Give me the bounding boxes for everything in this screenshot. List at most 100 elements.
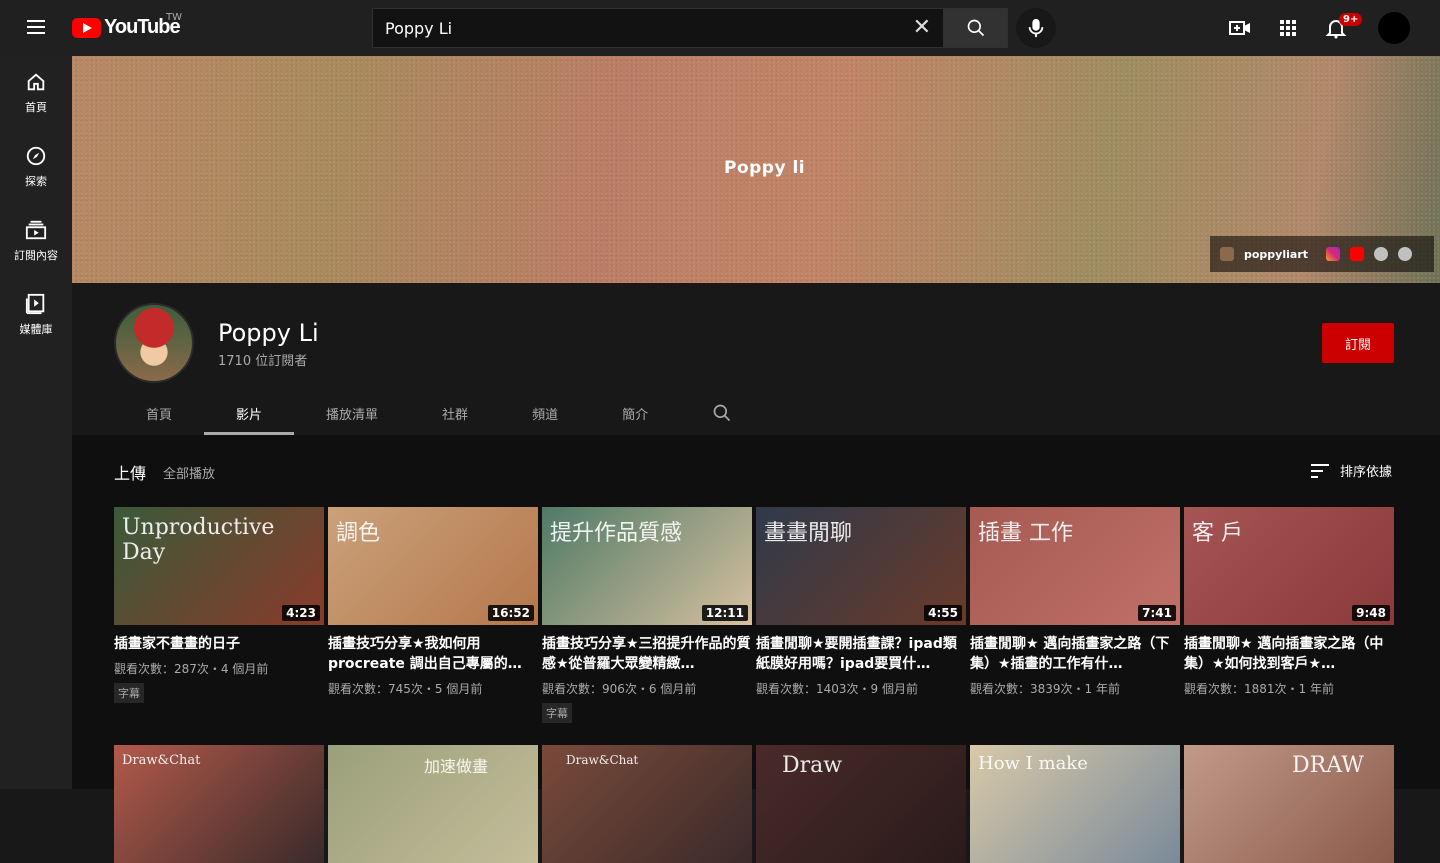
subscriber-count: 1710 位訂閱者 xyxy=(218,354,308,369)
video-card[interactable]: 畫畫閒聊 4:55 插畫閒聊★要開插畫課？ipad類紙膜好用嗎？ipad要買什…… xyxy=(756,507,966,697)
tab-community[interactable]: 社群 xyxy=(410,391,500,435)
video-card[interactable]: 客 戶 9:48 插畫閒聊★ 邁向插畫家之路（中集）★如何找到客戶★… 觀看次數… xyxy=(1184,507,1394,697)
mini-guide-sidebar: 首頁 探索 訂閱內容 媒體庫 xyxy=(0,56,72,789)
thumbnail-text: 客 戶 xyxy=(1192,521,1243,546)
video-card[interactable]: Draw&Chat xyxy=(114,745,324,863)
banner-link-name[interactable]: poppyliart xyxy=(1244,248,1308,261)
tab-about[interactable]: 簡介 xyxy=(590,391,680,435)
account-avatar[interactable] xyxy=(1378,12,1410,44)
thumbnail-text: Draw&Chat xyxy=(122,753,201,768)
tab-playlists[interactable]: 播放清單 xyxy=(294,391,410,435)
clear-icon[interactable]: ✕ xyxy=(913,17,931,39)
sidebar-item-label: 訂閱內容 xyxy=(14,249,58,262)
video-thumbnail[interactable]: 插畫 工作 7:41 xyxy=(970,507,1180,625)
home-icon xyxy=(27,73,45,91)
thumbnail-text: DRAW xyxy=(1292,753,1364,778)
video-meta: 觀看次數：1403次・9 個月前 xyxy=(756,682,918,696)
cc-badge: 字幕 xyxy=(114,683,144,703)
video-card[interactable]: 插畫 工作 7:41 插畫閒聊★ 邁向插畫家之路（下集）★插畫的工作有什… 觀看… xyxy=(970,507,1180,697)
video-title[interactable]: 插畫家不畫畫的日子 xyxy=(114,634,324,654)
video-meta: 觀看次數：1881次・1 年前 xyxy=(1184,682,1334,696)
library-icon xyxy=(25,293,45,315)
video-thumbnail[interactable]: DRAW xyxy=(1184,745,1394,863)
banner-title: Poppy li xyxy=(724,158,806,178)
thumbnail-text: Draw xyxy=(782,753,843,778)
youtube-link-icon[interactable] xyxy=(1350,247,1364,261)
video-meta: 觀看次數：3839次・1 年前 xyxy=(970,682,1120,696)
youtube-play-icon xyxy=(72,17,101,38)
duration-badge: 16:52 xyxy=(487,605,534,621)
globe-link-icon[interactable] xyxy=(1398,247,1412,261)
thumbnail-text: 插畫 工作 xyxy=(978,521,1073,546)
thumbnail-text: 調色 xyxy=(336,521,381,546)
sort-icon xyxy=(1311,463,1329,478)
video-thumbnail[interactable]: Draw&Chat xyxy=(114,745,324,863)
globe-link-icon[interactable] xyxy=(1374,247,1388,261)
voice-search-button[interactable] xyxy=(1016,8,1056,48)
video-card[interactable]: Draw xyxy=(756,745,966,863)
youtube-logo[interactable]: YouTube TW xyxy=(72,12,182,39)
duration-badge: 7:41 xyxy=(1138,605,1176,621)
search-icon xyxy=(713,404,731,422)
sidebar-item-home[interactable]: 首頁 xyxy=(0,56,72,130)
video-thumbnail[interactable]: 客 戶 9:48 xyxy=(1184,507,1394,625)
section-title: 上傳 xyxy=(114,464,147,483)
thumbnail-text: How I make xyxy=(978,753,1088,774)
duration-badge: 4:55 xyxy=(924,605,962,621)
video-thumbnail[interactable]: Unproductive Day 4:23 xyxy=(114,507,324,625)
create-video-icon[interactable] xyxy=(1228,16,1252,40)
play-all-button[interactable]: 全部播放 xyxy=(163,463,215,482)
subscriptions-icon xyxy=(25,220,47,240)
video-title[interactable]: 插畫技巧分享★我如何用procreate 調出自己專屬的… xyxy=(328,634,538,674)
video-thumbnail[interactable]: 提升作品質感 12:11 xyxy=(542,507,752,625)
video-card[interactable]: 提升作品質感 12:11 插畫技巧分享★三招提升作品的質感★從普羅大眾變精緻… … xyxy=(542,507,752,723)
sort-button[interactable]: 排序依據 xyxy=(1310,461,1392,480)
video-title[interactable]: 插畫閒聊★ 邁向插畫家之路（下集）★插畫的工作有什… xyxy=(970,634,1180,674)
top-bar: YouTube TW ✕ 9+ xyxy=(0,0,1440,56)
tab-search[interactable] xyxy=(680,391,764,435)
sidebar-item-library[interactable]: 媒體庫 xyxy=(0,278,72,352)
notification-badge: 9+ xyxy=(1339,13,1363,26)
video-thumbnail[interactable]: 調色 16:52 xyxy=(328,507,538,625)
video-card[interactable]: How I make xyxy=(970,745,1180,863)
subscribe-button[interactable]: 訂閱 xyxy=(1322,323,1394,363)
video-title[interactable]: 插畫技巧分享★三招提升作品的質感★從普羅大眾變精緻… xyxy=(542,634,752,674)
video-title[interactable]: 插畫閒聊★要開插畫課？ipad類紙膜好用嗎？ipad要買什… xyxy=(756,634,966,674)
sidebar-item-subscriptions[interactable]: 訂閱內容 xyxy=(0,204,72,278)
video-card[interactable]: 調色 16:52 插畫技巧分享★我如何用procreate 調出自己專屬的… 觀… xyxy=(328,507,538,697)
menu-icon[interactable] xyxy=(24,16,48,40)
search-input[interactable] xyxy=(385,18,913,38)
tab-home[interactable]: 首頁 xyxy=(114,391,204,435)
videos-content: 上傳 全部播放 排序依據 Unproductive Day 4:23 插畫家不畫… xyxy=(72,435,1440,863)
sidebar-item-explore[interactable]: 探索 xyxy=(0,130,72,204)
video-thumbnail[interactable]: How I make xyxy=(970,745,1180,863)
sort-label: 排序依據 xyxy=(1340,465,1393,480)
search-button[interactable] xyxy=(944,8,1008,48)
sidebar-item-label: 首頁 xyxy=(25,101,47,114)
video-card[interactable]: 加速做畫 xyxy=(328,745,538,863)
video-card[interactable]: DRAW xyxy=(1184,745,1394,863)
banner-links: poppyliart xyxy=(1210,236,1434,272)
video-thumbnail[interactable]: 加速做畫 xyxy=(328,745,538,863)
thumbnail-text: 加速做畫 xyxy=(424,757,489,776)
video-card[interactable]: Unproductive Day 4:23 插畫家不畫畫的日子 觀看次數：287… xyxy=(114,507,324,703)
video-thumbnail[interactable]: Draw&Chat xyxy=(542,745,752,863)
channel-tabs: 首頁 影片 播放清單 社群 頻道 簡介 xyxy=(114,391,764,435)
thumbnail-text: 提升作品質感 xyxy=(550,521,683,546)
instagram-icon[interactable] xyxy=(1326,247,1340,261)
duration-badge: 12:11 xyxy=(701,605,748,621)
video-title[interactable]: 插畫閒聊★ 邁向插畫家之路（中集）★如何找到客戶★… xyxy=(1184,634,1394,674)
search-box: ✕ xyxy=(372,8,944,48)
video-thumbnail[interactable]: 畫畫閒聊 4:55 xyxy=(756,507,966,625)
thumbnail-text: 畫畫閒聊 xyxy=(764,521,853,546)
video-card[interactable]: Draw&Chat xyxy=(542,745,752,863)
video-thumbnail[interactable]: Draw xyxy=(756,745,966,863)
sidebar-item-label: 探索 xyxy=(25,175,47,188)
apps-grid-icon[interactable] xyxy=(1276,16,1300,40)
channel-header: Poppy Li 1710 位訂閱者 訂閱 首頁 影片 播放清單 社群 頻道 簡… xyxy=(72,283,1440,435)
channel-name: Poppy Li xyxy=(218,319,319,347)
tab-videos[interactable]: 影片 xyxy=(204,391,295,435)
channel-avatar[interactable] xyxy=(114,303,194,383)
duration-badge: 9:48 xyxy=(1352,605,1390,621)
tab-channels[interactable]: 頻道 xyxy=(500,391,590,435)
